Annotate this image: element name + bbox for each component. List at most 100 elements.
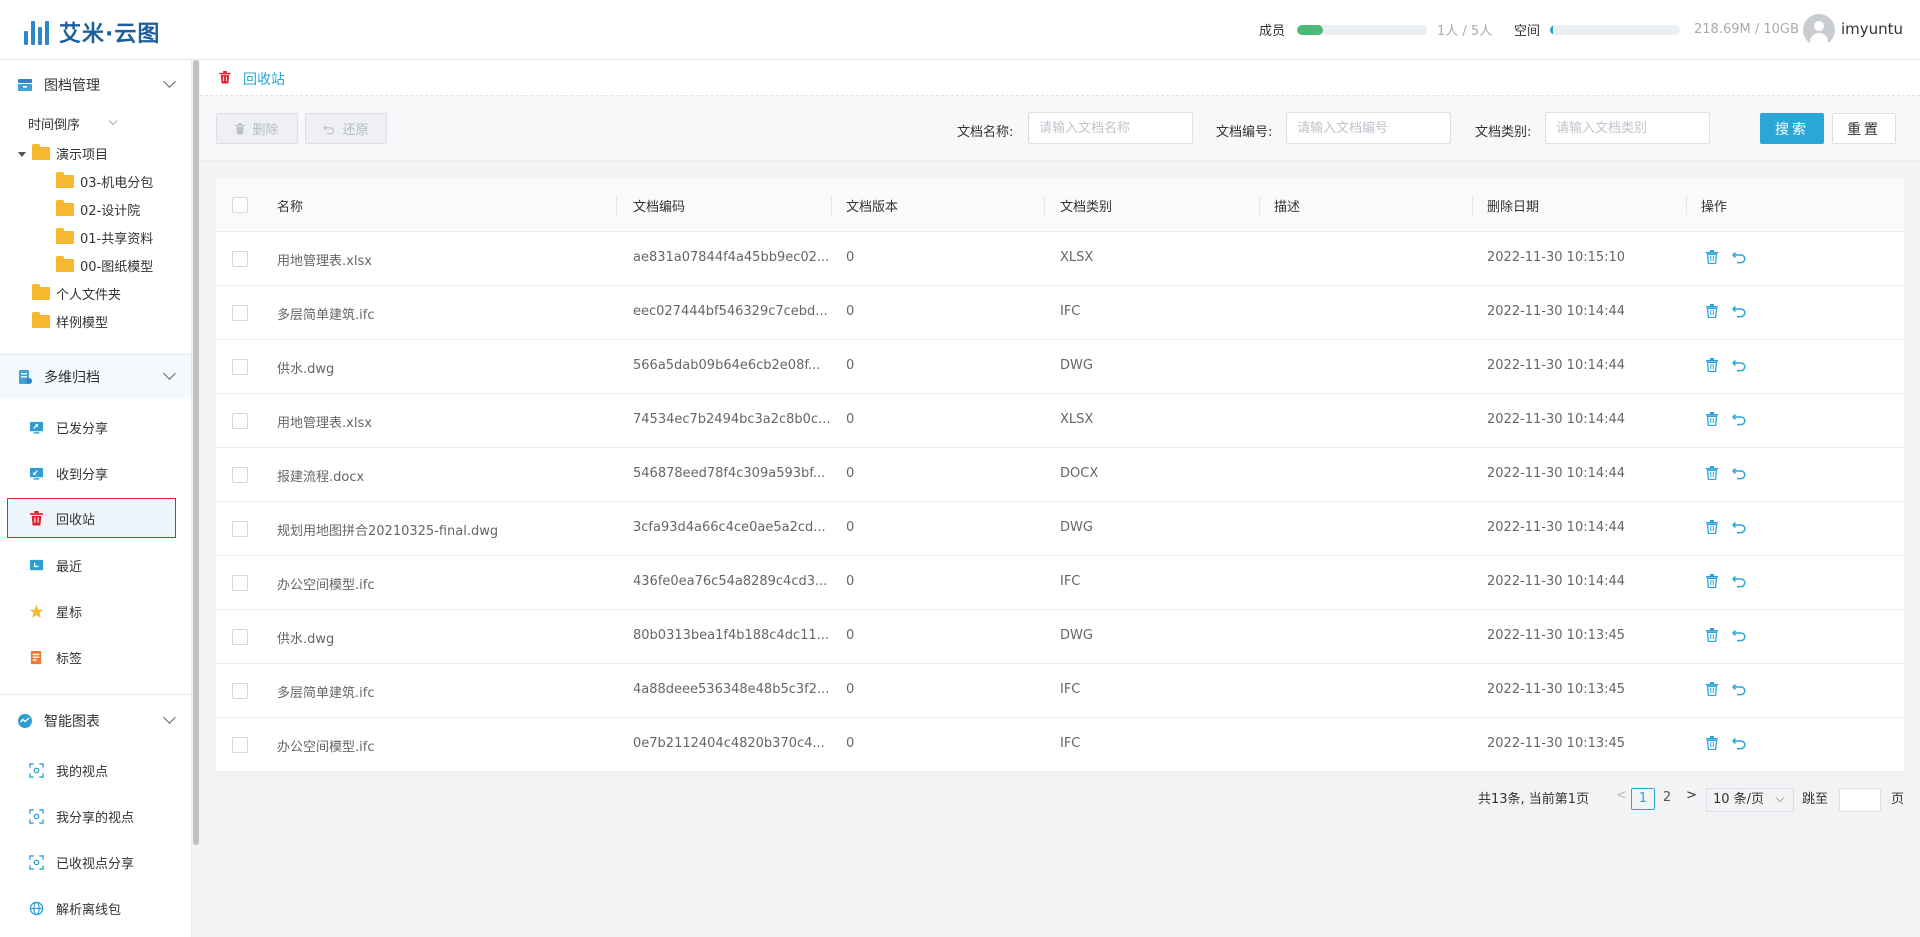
table-row[interactable]: 办公空间模型.ifc 436fe0ea76c54a8289c4cd3... 0 IFC… <box>216 556 1904 610</box>
restore-icon[interactable] <box>1731 627 1747 643</box>
cell-code: 3cfa93d4a66c4ce0ae5a2cd... <box>633 520 826 535</box>
column-divider <box>616 195 617 215</box>
chevron-down-icon[interactable] <box>163 711 176 724</box>
received-viewpoint-icon <box>29 854 44 870</box>
select-all-checkbox[interactable] <box>232 197 248 213</box>
tree-expand-icon[interactable] <box>18 152 26 157</box>
table-row[interactable]: 用地管理表.xlsx 74534ec7b2494bc3a2c8b0c... 0 XLS… <box>216 394 1904 448</box>
table-row[interactable]: 办公空间模型.ifc 0e7b2112404c4820b370c4... 0 IFC 2… <box>216 718 1904 772</box>
restore-icon[interactable] <box>1731 249 1747 265</box>
members-stat: 成员 1人 / 5人 <box>1259 20 1492 39</box>
row-checkbox[interactable] <box>232 305 248 321</box>
tree-item-demo-project[interactable]: 演示项目 <box>32 142 108 164</box>
chevron-down-icon[interactable] <box>163 367 176 380</box>
restore-icon[interactable] <box>1731 411 1747 427</box>
doc-type-input[interactable] <box>1545 112 1710 144</box>
search-button[interactable]: 搜索 <box>1760 113 1824 144</box>
row-checkbox[interactable] <box>232 737 248 753</box>
delete-icon[interactable] <box>1706 736 1718 750</box>
row-checkbox[interactable] <box>232 359 248 375</box>
cell-name: 多层简单建筑.ifc <box>277 308 375 323</box>
tree-item-design-institute[interactable]: 02-设计院 <box>56 198 140 220</box>
members-label: 成员 <box>1259 24 1286 39</box>
app-logo[interactable]: 艾米·云图 <box>24 16 160 48</box>
chevron-down-icon <box>1775 793 1785 803</box>
sort-label: 时间倒序 <box>28 117 81 133</box>
table-row[interactable]: 供水.dwg 566a5dab09b64e6cb2e08f... 0 DWG 2022-… <box>216 340 1904 394</box>
delete-icon[interactable] <box>1706 358 1718 372</box>
nav-my-viewpoints[interactable]: 我的视点 <box>0 750 191 790</box>
row-checkbox[interactable] <box>232 575 248 591</box>
delete-icon[interactable] <box>1706 412 1718 426</box>
row-checkbox[interactable] <box>232 413 248 429</box>
table-row[interactable]: 报建流程.docx 546878eed78f4c309a593bf... 0 DOCX… <box>216 448 1904 502</box>
cell-type: DWG <box>1060 628 1093 643</box>
section-smart-chart[interactable]: 智能图表 <box>0 699 191 743</box>
restore-icon[interactable] <box>1731 303 1747 319</box>
chevron-down-icon[interactable] <box>163 75 176 88</box>
cell-date: 2022-11-30 10:13:45 <box>1487 736 1626 751</box>
page-size-select[interactable]: 10 条/页 <box>1706 788 1794 812</box>
tree-item-personal[interactable]: 个人文件夹 <box>32 282 121 304</box>
breadcrumb-label[interactable]: 回收站 <box>243 69 285 89</box>
restore-button[interactable]: 还原 <box>305 113 387 144</box>
pagination-page-2[interactable]: 2 <box>1655 788 1679 810</box>
cell-name: 用地管理表.xlsx <box>277 416 372 431</box>
tree-item-mep[interactable]: 03-机电分包 <box>56 170 153 192</box>
row-checkbox[interactable] <box>232 683 248 699</box>
table-row[interactable]: 供水.dwg 80b0313bea1f4b188c4dc11... 0 DWG 2022… <box>216 610 1904 664</box>
space-label: 空间 <box>1514 24 1541 39</box>
table-row[interactable]: 多层简单建筑.ifc eec027444bf546329c7cebd... 0 IFC… <box>216 286 1904 340</box>
nav-recent[interactable]: 最近 <box>0 545 191 585</box>
tree-item-models[interactable]: 00-图纸模型 <box>56 254 153 276</box>
restore-icon[interactable] <box>1731 357 1747 373</box>
row-checkbox[interactable] <box>232 251 248 267</box>
delete-icon[interactable] <box>1706 574 1718 588</box>
restore-icon[interactable] <box>1731 735 1747 751</box>
delete-icon[interactable] <box>1706 250 1718 264</box>
nav-sent-share[interactable]: 已发分享 <box>0 407 191 447</box>
username[interactable]: imyuntu <box>1841 20 1903 38</box>
pagination-prev[interactable]: < <box>1616 788 1627 803</box>
section-label: 智能图表 <box>44 714 100 730</box>
cell-code: 80b0313bea1f4b188c4dc11... <box>633 628 830 643</box>
nav-offline-package[interactable]: 解析离线包 <box>0 888 191 928</box>
doc-name-input[interactable] <box>1028 112 1193 144</box>
section-multi-archive[interactable]: 多维归档 <box>0 355 191 399</box>
restore-icon[interactable] <box>1731 573 1747 589</box>
pagination-next[interactable]: > <box>1686 788 1697 803</box>
delete-button[interactable]: 删除 <box>216 113 298 144</box>
delete-icon[interactable] <box>1706 304 1718 318</box>
nav-tags[interactable]: 标签 <box>0 637 191 677</box>
restore-icon[interactable] <box>1731 519 1747 535</box>
nav-recycle-bin[interactable]: 回收站 <box>7 498 176 538</box>
tree-item-sample-models[interactable]: 样例模型 <box>32 310 108 332</box>
table-row[interactable]: 用地管理表.xlsx ae831a07844f4a45bb9ec02... 0 XLS… <box>216 232 1904 286</box>
doc-code-input[interactable] <box>1286 112 1451 144</box>
avatar[interactable] <box>1803 14 1835 46</box>
pagination-page-1[interactable]: 1 <box>1631 788 1655 810</box>
sidebar-scrollbar[interactable] <box>193 60 199 845</box>
section-archive-management[interactable]: 图档管理 <box>0 63 191 107</box>
delete-icon[interactable] <box>1706 682 1718 696</box>
jump-page-input[interactable] <box>1839 788 1881 812</box>
tree-item-shared[interactable]: 01-共享资料 <box>56 226 153 248</box>
nav-received-share[interactable]: 收到分享 <box>0 453 191 493</box>
tree-item-label: 样例模型 <box>56 315 109 331</box>
row-checkbox[interactable] <box>232 521 248 537</box>
reset-button[interactable]: 重置 <box>1832 113 1896 144</box>
delete-icon[interactable] <box>1706 466 1718 480</box>
row-checkbox[interactable] <box>232 467 248 483</box>
nav-shared-viewpoints[interactable]: 我分享的视点 <box>0 796 191 836</box>
delete-icon[interactable] <box>1706 628 1718 642</box>
table-row[interactable]: 多层简单建筑.ifc 4a88deee536348e48b5c3f2... 0 IFC… <box>216 664 1904 718</box>
restore-icon[interactable] <box>1731 681 1747 697</box>
delete-icon[interactable] <box>1706 520 1718 534</box>
table-row[interactable]: 规划用地图拼合20210325-final.dwg 3cfa93d4a66c4ce… <box>216 502 1904 556</box>
nav-received-viewpoints[interactable]: 已收视点分享 <box>0 842 191 882</box>
sort-dropdown[interactable]: 时间倒序 <box>28 112 118 134</box>
undo-icon <box>323 125 335 134</box>
restore-icon[interactable] <box>1731 465 1747 481</box>
nav-starred[interactable]: 星标 <box>0 591 191 631</box>
row-checkbox[interactable] <box>232 629 248 645</box>
